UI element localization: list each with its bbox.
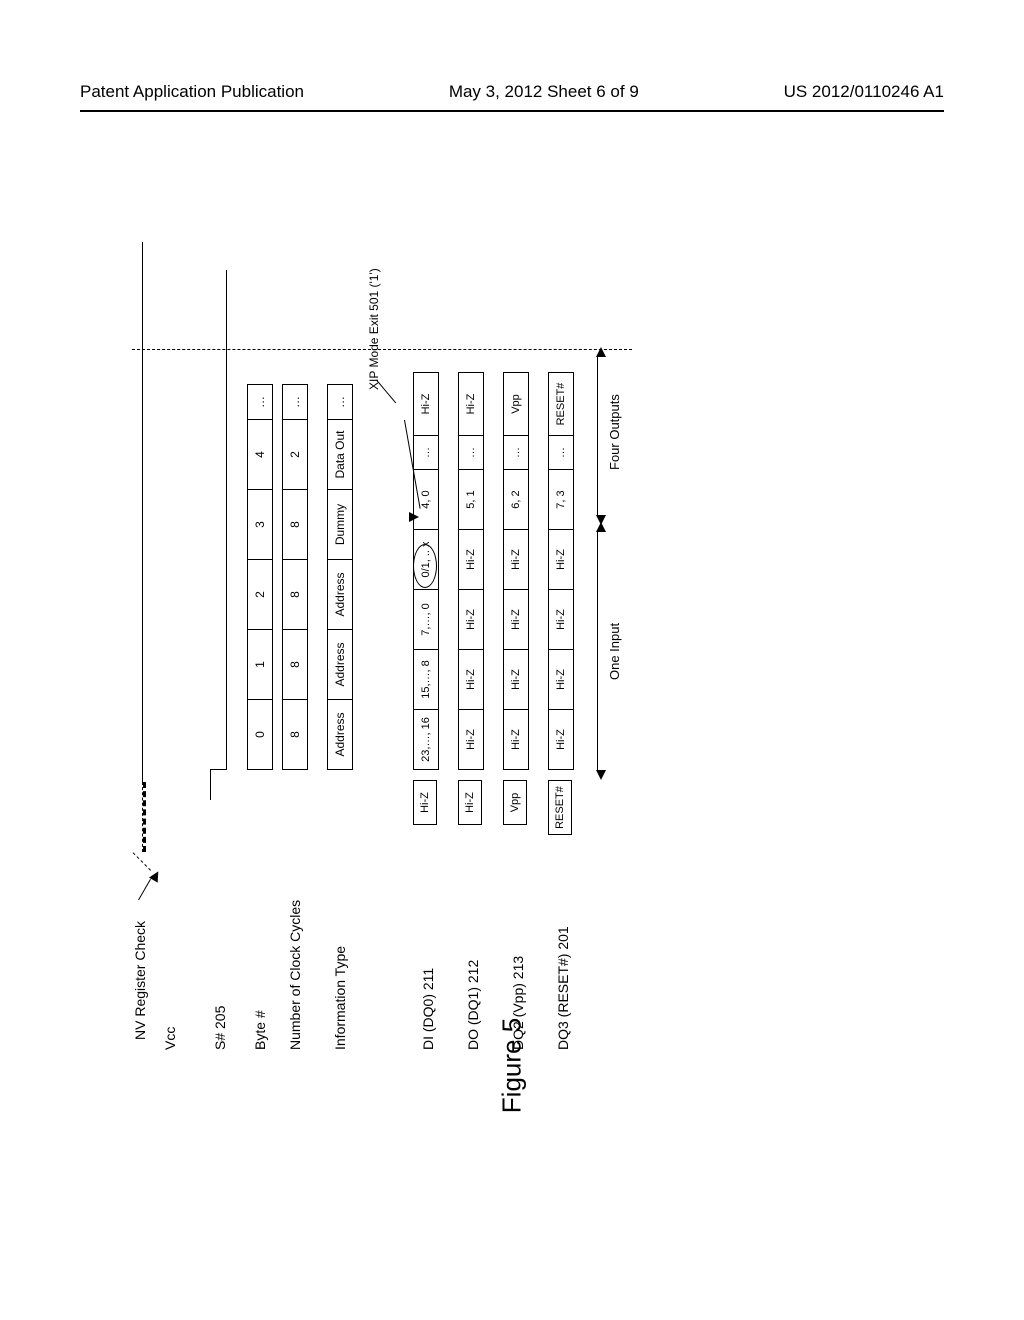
byte-num-row: 0 1 2 3 4 … xyxy=(247,384,273,770)
four-outputs-label: Four Outputs xyxy=(607,394,622,470)
xip-ellipse xyxy=(413,544,437,588)
four-outputs-line xyxy=(597,355,598,515)
info-c4: Data Out xyxy=(328,419,352,489)
dq3-row: Hi-Z Hi-Z Hi-Z Hi-Z 7, 3 … RESET# xyxy=(548,372,574,770)
di-c1: 15,…, 8 xyxy=(414,649,438,709)
dq2-c1: Hi-Z xyxy=(504,649,528,709)
di-c6: Hi-Z xyxy=(414,373,438,435)
do-c4: 5, 1 xyxy=(459,469,483,529)
byte-c2: 2 xyxy=(248,559,272,629)
vcc-line-solid xyxy=(142,242,143,782)
clk-c5: … xyxy=(283,385,307,419)
figure-label: Figure 5 xyxy=(497,1018,528,1113)
dq3-lead: RESET# xyxy=(548,780,572,835)
s-hi xyxy=(210,770,211,800)
do-c0: Hi-Z xyxy=(459,709,483,769)
header-center: May 3, 2012 Sheet 6 of 9 xyxy=(449,82,639,102)
info-row: Address Address Address Dummy Data Out … xyxy=(327,384,353,770)
dq2-lead: Vpp xyxy=(503,780,527,825)
di-c4: 4, 0 xyxy=(414,469,438,529)
timing-diagram: NV Register Check Vcc S# 205 Byte # 0 1 … xyxy=(132,200,892,1050)
xip-exit-label: XIP Mode Exit 501 ('1') xyxy=(367,268,381,390)
dq2-c0: Hi-Z xyxy=(504,709,528,769)
right-dashed-divider xyxy=(132,349,632,350)
header-rule xyxy=(80,110,944,112)
di-c5: … xyxy=(414,435,438,469)
nv-register-check-label: NV Register Check xyxy=(132,921,148,1040)
dq2-c6: Vpp xyxy=(504,373,528,435)
byte-c5: … xyxy=(248,385,272,419)
nv-register-check-arrow xyxy=(138,870,158,900)
header-right: US 2012/0110246 A1 xyxy=(784,82,944,102)
byte-c0: 0 xyxy=(248,699,272,769)
s-num-label: S# 205 xyxy=(212,1006,228,1050)
info-c3: Dummy xyxy=(328,489,352,559)
di-c0: 23,…, 16 xyxy=(414,709,438,769)
dq2-c5: … xyxy=(504,435,528,469)
clk-c3: 8 xyxy=(283,489,307,559)
info-c0: Address xyxy=(328,699,352,769)
info-label: Information Type xyxy=(332,946,348,1050)
dq3-c5: … xyxy=(549,435,573,469)
di-c2: 7,…, 0 xyxy=(414,589,438,649)
info-c5: … xyxy=(328,385,352,419)
clk-c0: 8 xyxy=(283,699,307,769)
info-c1: Address xyxy=(328,629,352,699)
xip-exit-leader2 xyxy=(376,380,396,404)
clk-row: 8 8 8 8 2 … xyxy=(282,384,308,770)
s-lo xyxy=(226,270,227,770)
dq2-c3: Hi-Z xyxy=(504,529,528,589)
header-left: Patent Application Publication xyxy=(80,82,304,102)
di-lead: Hi-Z xyxy=(413,780,437,825)
dq3-c3: Hi-Z xyxy=(549,529,573,589)
clk-label: Number of Clock Cycles xyxy=(287,900,303,1050)
byte-num-label: Byte # xyxy=(252,1010,268,1050)
dq3-c0: Hi-Z xyxy=(549,709,573,769)
clk-c1: 8 xyxy=(283,629,307,699)
dq3-c2: Hi-Z xyxy=(549,589,573,649)
dq2-row: Hi-Z Hi-Z Hi-Z Hi-Z 6, 2 … Vpp xyxy=(503,372,529,770)
clk-c2: 8 xyxy=(283,559,307,629)
do-c3: Hi-Z xyxy=(459,529,483,589)
dq3-c1: Hi-Z xyxy=(549,649,573,709)
byte-c1: 1 xyxy=(248,629,272,699)
one-input-label: One Input xyxy=(607,623,622,680)
one-input-line xyxy=(597,530,598,770)
dq3-c6: RESET# xyxy=(549,373,573,435)
do-c5: … xyxy=(459,435,483,469)
vcc-rise xyxy=(133,852,151,870)
byte-c4: 4 xyxy=(248,419,272,489)
page-header: Patent Application Publication May 3, 20… xyxy=(80,82,944,102)
info-c2: Address xyxy=(328,559,352,629)
vcc-line-dashed xyxy=(142,782,146,852)
byte-c3: 3 xyxy=(248,489,272,559)
di-label: DI (DQ0) 211 xyxy=(420,968,436,1050)
dq2-c4: 6, 2 xyxy=(504,469,528,529)
do-row: Hi-Z Hi-Z Hi-Z Hi-Z 5, 1 … Hi-Z xyxy=(458,372,484,770)
do-c2: Hi-Z xyxy=(459,589,483,649)
s-fall xyxy=(210,769,226,770)
do-c1: Hi-Z xyxy=(459,649,483,709)
clk-c4: 2 xyxy=(283,419,307,489)
do-c6: Hi-Z xyxy=(459,373,483,435)
vcc-label: Vcc xyxy=(162,1027,178,1050)
dq3-label: DQ3 (RESET#) 201 xyxy=(555,926,571,1050)
dq3-c4: 7, 3 xyxy=(549,469,573,529)
dq2-c2: Hi-Z xyxy=(504,589,528,649)
do-label: DO (DQ1) 212 xyxy=(465,960,481,1050)
do-lead: Hi-Z xyxy=(458,780,482,825)
